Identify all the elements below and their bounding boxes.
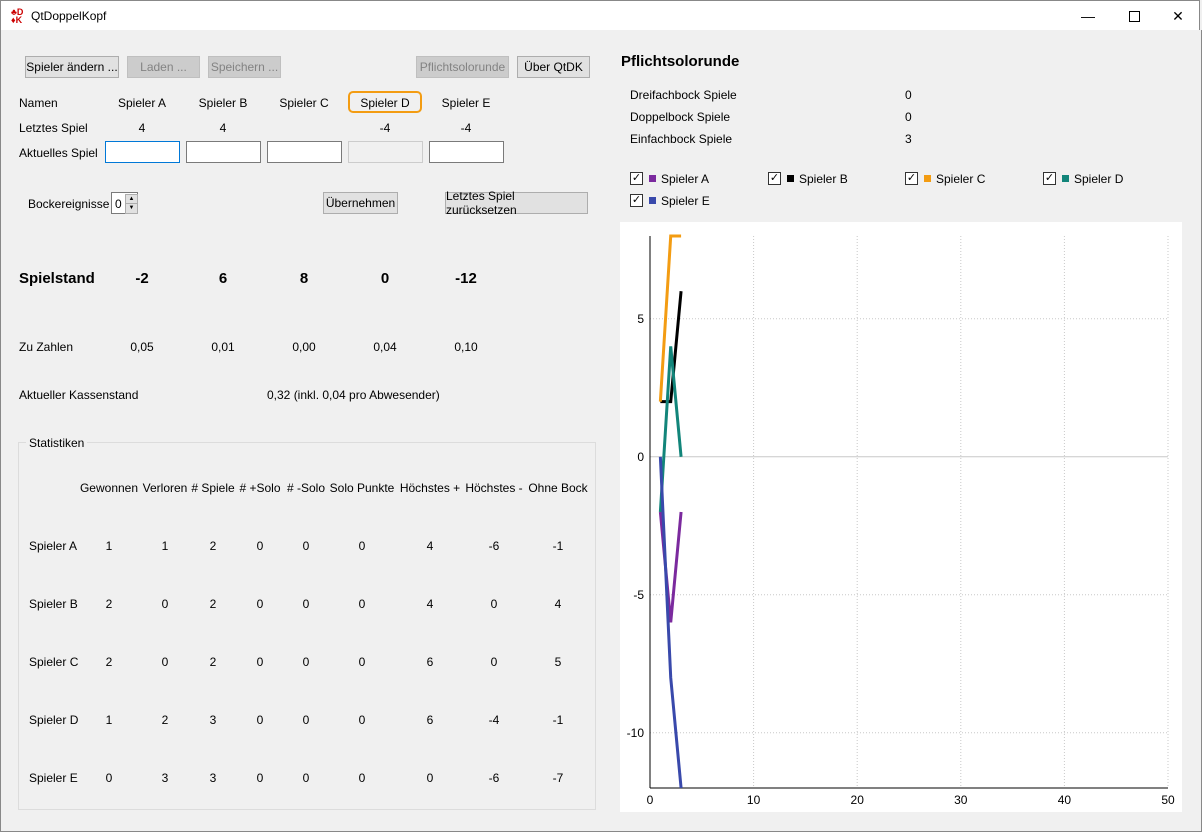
legend-checkbox[interactable]: ✓ [630,172,643,185]
legend-label: Spieler B [799,172,848,186]
to-pay-b: 0,01 [211,340,235,354]
current-game-input-b[interactable] [186,141,261,163]
double-bock-label: Doppelbock Spiele [630,110,731,124]
x-tick-label: 50 [1161,793,1175,807]
bock-events-spinbox[interactable]: 0 ▲ ▼ [111,192,138,214]
player-name-a: Spieler A [117,96,167,110]
score-c: 8 [299,270,309,287]
legend-checkbox[interactable]: ✓ [1043,172,1056,185]
legend-label: Spieler D [1074,172,1124,186]
save-button[interactable]: Speichern ... [208,56,281,78]
bock-events-label: Bockereignisse [28,197,110,211]
spin-down-icon[interactable]: ▼ [125,203,138,214]
minimize-button[interactable]: ― [1065,1,1111,31]
side-title: Pflichtsolorunde [621,53,740,70]
legend-swatch [649,175,656,182]
last-game-b: 4 [219,121,227,135]
apply-button[interactable]: Übernehmen [323,192,398,214]
to-pay-a: 0,05 [130,340,154,354]
maximize-button[interactable] [1111,1,1157,31]
stats-cell: 5 [554,655,562,669]
triple-bock-label: Dreifachbock Spiele [630,88,737,102]
score-d: 0 [380,270,390,287]
x-tick-label: 40 [1058,793,1072,807]
triple-bock-value: 0 [905,88,912,102]
app-icon: ♣D ♦K [11,7,24,25]
player-name-b: Spieler B [198,96,248,110]
score-chart: 0 10 20 30 40 5050-5-10 [627,234,1175,807]
load-button[interactable]: Laden ... [127,56,200,78]
double-bock-value: 0 [905,110,912,124]
title-bar: ♣D ♦K QtDoppelKopf ― ✕ [0,0,1200,30]
to-pay-e: 0,10 [454,340,478,354]
current-game-input-c[interactable] [267,141,342,163]
legend-checkbox[interactable]: ✓ [768,172,781,185]
stats-cell: 4 [554,597,562,611]
last-game-label: Letztes Spiel [19,121,88,135]
legend-label: Spieler E [661,194,710,208]
window-title: QtDoppelKopf [31,9,107,23]
statistics-title: Statistiken [26,436,88,450]
legend-swatch [924,175,931,182]
legend-checkbox[interactable]: ✓ [630,194,643,207]
current-game-input-d[interactable] [348,141,423,163]
y-tick-label: -10 [627,726,645,740]
single-bock-value: 3 [905,132,912,146]
x-tick-label: 10 [747,793,761,807]
legend-label: Spieler A [661,172,710,186]
player-name-d-highlighted: Spieler D [348,91,422,113]
about-button[interactable]: Über QtDK [517,56,590,78]
cash-value: 0,32 (inkl. 0,04 pro Abwesender) [267,388,440,402]
cash-label: Aktueller Kassenstand [19,388,139,402]
stats-cell: -1 [552,539,564,553]
x-tick-label: 20 [851,793,865,807]
score-e: -12 [455,270,477,287]
to-pay-d: 0,04 [373,340,397,354]
single-bock-label: Einfachbock Spiele [630,132,733,146]
to-pay-c: 0,00 [292,340,316,354]
close-button[interactable]: ✕ [1155,1,1201,31]
current-game-input-a[interactable] [105,141,180,163]
legend-checkbox[interactable]: ✓ [905,172,918,185]
names-label: Namen [19,96,58,110]
score-label: Spielstand [19,270,95,287]
legend-swatch [787,175,794,182]
to-pay-label: Zu Zahlen [19,340,74,354]
current-game-label: Aktuelles Spiel [19,146,98,160]
mandatory-solo-button[interactable]: Pflichtsolorunde [416,56,509,78]
stats-cell: -7 [552,771,564,785]
player-name-c: Spieler C [279,96,329,110]
last-game-a: 4 [138,121,146,135]
y-tick-label: 5 [637,312,644,326]
maximize-icon [1128,10,1140,22]
current-game-input-e[interactable] [429,141,504,163]
player-name-e: Spieler E [441,96,491,110]
x-tick-label: 30 [954,793,968,807]
stats-column-header: Ohne Bock [528,481,588,495]
x-tick-label: 0 [647,793,654,807]
y-tick-label: -5 [633,588,644,602]
legend-label: Spieler C [936,172,986,186]
last-game-e: -4 [460,121,472,135]
legend-swatch [1062,175,1069,182]
y-tick-label: 0 [637,450,644,464]
last-game-d: -4 [379,121,391,135]
change-players-button[interactable]: Spieler ändern ... [25,56,119,78]
chart-area: 0 10 20 30 40 50 5 0 -5 -10 [620,222,1182,812]
score-a: -2 [135,270,149,287]
stats-cell: -1 [552,713,564,727]
legend-swatch [649,197,656,204]
statistics-group [18,442,596,810]
bock-events-value: 0 [115,197,122,211]
reset-last-game-button[interactable]: Letztes Spiel zurücksetzen [445,189,588,217]
score-b: 6 [218,270,228,287]
